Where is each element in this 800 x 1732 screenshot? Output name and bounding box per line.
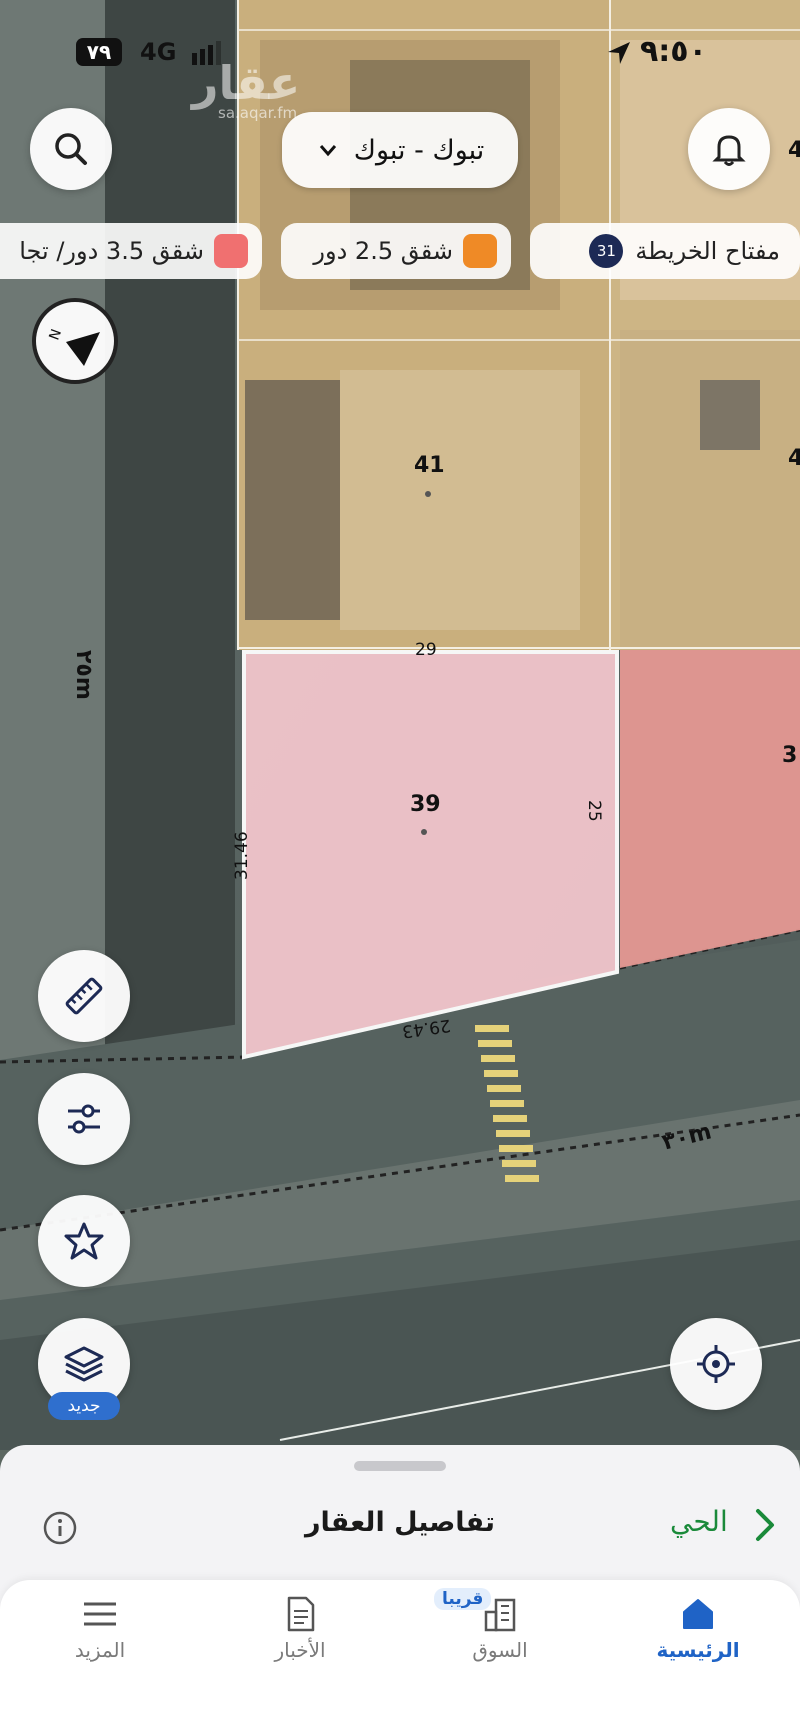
chevron-right-icon[interactable] <box>748 1507 778 1543</box>
location-selector-label: تبوك - تبوك <box>353 134 485 166</box>
tab-market-label: السوق <box>472 1638 528 1662</box>
battery-indicator: ٧٩ <box>76 38 122 66</box>
svg-text:N: N <box>46 327 65 342</box>
news-document-icon <box>287 1596 315 1632</box>
ruler-icon <box>65 977 103 1015</box>
parcel-number-partial: 4 <box>788 138 800 163</box>
parcel-number-partial: 4 <box>788 446 800 471</box>
map-key-label: مفتاح الخريطة <box>635 237 780 265</box>
tab-news[interactable]: الأخبار <box>220 1582 380 1662</box>
star-icon <box>64 1222 104 1260</box>
search-icon <box>55 133 87 165</box>
legend-item[interactable]: شقق 3.5 دور/ تجا <box>0 223 262 279</box>
location-selector[interactable]: تبوك - تبوك <box>282 112 518 188</box>
dimension-top: 29 <box>415 640 437 660</box>
legend-item-label: شقق 3.5 دور/ تجا <box>19 237 204 265</box>
layers-new-badge: جديد <box>48 1392 120 1420</box>
layers-icon <box>64 1346 104 1382</box>
tab-more-label: المزيد <box>74 1638 126 1662</box>
parcel-centroid <box>421 829 427 835</box>
parcel-number: 41 <box>414 453 445 478</box>
location-arrow-icon <box>606 40 632 66</box>
home-icon <box>683 1599 713 1629</box>
notifications-button[interactable] <box>688 108 770 190</box>
dimension-right: 25 <box>584 800 604 822</box>
network-label: 4G <box>140 38 177 66</box>
neighbor-parcel <box>620 650 800 968</box>
map-key-count: 31 <box>589 234 624 268</box>
street-width-label: ٢٥m <box>71 650 96 700</box>
map-key-button[interactable]: مفتاح الخريطة 31 <box>530 223 800 279</box>
info-icon[interactable] <box>42 1510 78 1546</box>
sheet-drag-handle[interactable] <box>354 1461 446 1471</box>
tab-home-label: الرئيسية <box>656 1638 740 1662</box>
parcel-centroid <box>425 491 431 497</box>
legend-item-label: شقق 2.5 دور <box>313 237 453 265</box>
chevron-down-icon <box>319 145 336 157</box>
parcel-number-partial: 3 <box>782 743 798 768</box>
legend-swatch <box>214 234 248 268</box>
dimension-left: 31.46 <box>232 831 252 880</box>
parcel-number-selected[interactable]: 39 <box>410 792 441 817</box>
crosshair-icon <box>697 1345 735 1383</box>
tab-market[interactable]: قريبا السوق <box>420 1582 580 1662</box>
legend-swatch <box>463 234 497 268</box>
locate-me-button[interactable] <box>670 1318 762 1410</box>
filter-button[interactable] <box>38 1073 130 1165</box>
favorites-button[interactable] <box>38 1195 130 1287</box>
compass-icon: N <box>46 327 100 366</box>
tab-more[interactable]: المزيد <box>20 1582 180 1662</box>
search-button[interactable] <box>30 108 112 190</box>
district-link-label[interactable]: الحي <box>670 1505 728 1538</box>
sliders-icon <box>68 1104 100 1134</box>
signal-icon <box>192 41 232 65</box>
legend-item[interactable]: شقق 2.5 دور <box>281 223 511 279</box>
sheet-title: تفاصيل العقار <box>304 1507 496 1538</box>
coming-soon-badge: قريبا <box>434 1588 492 1610</box>
tab-home[interactable]: الرئيسية <box>618 1582 778 1662</box>
watermark-site: sa.aqar.fm <box>218 104 298 122</box>
compass-button[interactable]: N <box>32 298 118 384</box>
status-time: ٩:٥٠ <box>640 34 707 69</box>
menu-icon <box>84 1602 116 1626</box>
tab-news-label: الأخبار <box>274 1638 326 1662</box>
measure-button[interactable] <box>38 950 130 1042</box>
bell-icon <box>712 135 746 166</box>
